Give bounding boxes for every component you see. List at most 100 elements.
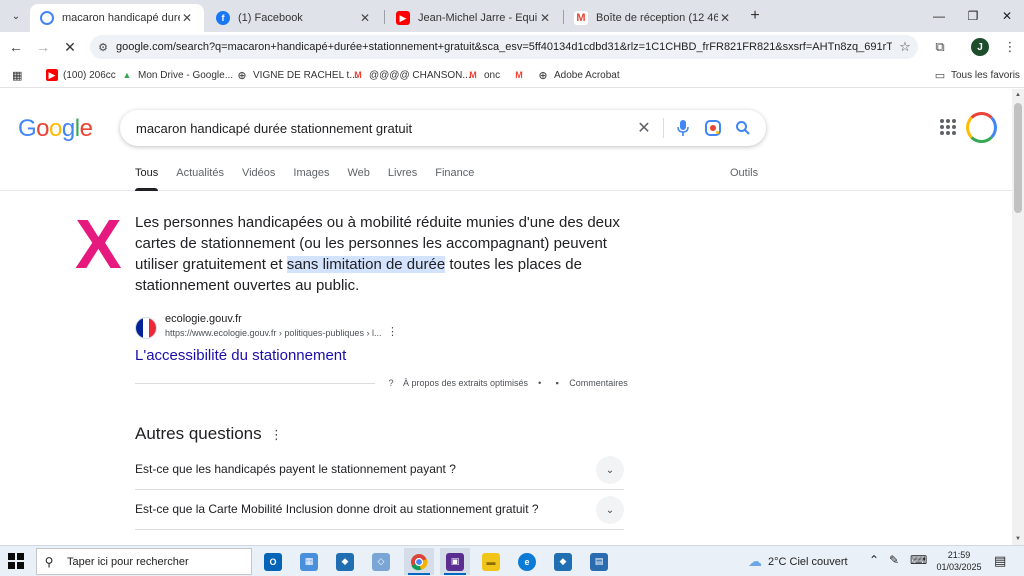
bookmark-item[interactable]: ▶ (100) 206cc <box>46 67 116 83</box>
close-icon[interactable]: ✕ <box>180 11 194 25</box>
windows-start-icon[interactable] <box>8 553 24 569</box>
weather-widget[interactable]: ☁ 2°C Ciel couvert <box>748 553 848 570</box>
store-app-icon[interactable]: ▦ <box>294 548 324 575</box>
source-url: https://www.ecologie.gouv.fr › politique… <box>165 328 382 338</box>
app-icon[interactable]: ◇ <box>366 548 396 575</box>
all-bookmarks[interactable]: ▭ Tous les favoris <box>934 67 1020 83</box>
tab-title: Jean-Michel Jarre - Equinoxe (P <box>418 12 538 24</box>
globe-icon: ⊕ <box>538 69 548 82</box>
file-explorer-icon[interactable]: ▬ <box>476 548 506 575</box>
gmail-icon: M <box>354 70 362 80</box>
stop-loading-icon[interactable]: ✕ <box>60 37 80 57</box>
bookmark-star-icon[interactable]: ☆ <box>892 39 918 55</box>
browser-menu-icon[interactable]: ⋮ <box>1000 37 1020 57</box>
bookmark-item[interactable]: M onc <box>467 67 500 83</box>
forward-arrow-icon[interactable]: → <box>33 37 53 57</box>
search-box[interactable]: macaron handicapé durée stationnement gr… <box>120 110 766 146</box>
page-scrollbar[interactable]: ▲ ▼ <box>1012 89 1024 545</box>
tab-gmail[interactable]: M Boîte de réception (12 467) - je ✕ <box>564 4 742 32</box>
tab-facebook[interactable]: f (1) Facebook ✕ <box>206 4 382 32</box>
about-snippets-link[interactable]: À propos des extraits optimisés <box>403 378 528 388</box>
search-divider <box>663 118 664 138</box>
app-icon[interactable]: ◆ <box>548 548 578 575</box>
result-title-link[interactable]: L'accessibilité du stationnement <box>135 347 346 364</box>
address-bar[interactable]: ⚙ google.com/search?q=macaron+handicapé+… <box>90 35 918 59</box>
minimize-icon[interactable]: — <box>922 0 956 32</box>
site-info-icon[interactable]: ⚙ <box>90 41 116 54</box>
back-arrow-icon[interactable]: ← <box>6 37 26 57</box>
paa-question[interactable]: Est-ce que la Carte Mobilité Inclusion d… <box>135 490 624 530</box>
chevron-down-icon[interactable]: ⌄ <box>596 456 624 484</box>
paa-question-partial[interactable] <box>135 530 624 545</box>
bookmark-label: @@@@ CHANSON... <box>369 69 471 81</box>
voice-search-icon[interactable] <box>668 113 698 143</box>
feedback-link[interactable]: Commentaires <box>569 378 628 388</box>
url-text[interactable]: google.com/search?q=macaron+handicapé+du… <box>116 41 892 53</box>
tab-images[interactable]: Images <box>293 167 329 191</box>
paa-more-options-icon[interactable]: ⋮ <box>270 427 283 443</box>
paa-question[interactable]: Est-ce que les handicapés payent le stat… <box>135 450 624 490</box>
lens-search-icon[interactable] <box>698 113 728 143</box>
tab-web[interactable]: Web <box>347 167 369 191</box>
feedback-icon: ▪ <box>555 378 559 388</box>
google-logo[interactable]: Google <box>18 115 93 143</box>
tray-chevron-up-icon[interactable]: ⌃ <box>869 553 879 567</box>
window-close-icon[interactable]: ✕ <box>990 0 1024 32</box>
clear-search-icon[interactable]: ✕ <box>629 113 659 143</box>
tools-button[interactable]: Outils <box>730 167 758 179</box>
outlook-app-icon[interactable]: O <box>258 548 288 575</box>
app-icon[interactable]: ▣ <box>440 548 470 575</box>
bookmark-item[interactable]: ⊕ VIGNE DE RACHEL t... <box>236 67 358 83</box>
gmail-icon: M <box>574 11 588 25</box>
chrome-app-icon[interactable] <box>404 548 434 575</box>
google-header: Google macaron handicapé durée stationne… <box>0 89 1012 191</box>
chevron-down-icon[interactable]: ⌄ <box>596 496 624 524</box>
search-input[interactable]: macaron handicapé durée stationnement gr… <box>120 121 629 136</box>
google-search-icon <box>40 11 54 25</box>
bookmark-item[interactable]: M @@@@ CHANSON... <box>352 67 471 83</box>
bookmark-label: VIGNE DE RACHEL t... <box>253 69 358 81</box>
more-options-icon[interactable]: ⋮ <box>387 325 398 338</box>
pen-icon[interactable]: ✎ <box>889 553 899 567</box>
keyboard-icon[interactable]: ⌨ <box>910 553 927 567</box>
google-apps-icon[interactable] <box>940 119 956 135</box>
search-icon[interactable] <box>728 113 758 143</box>
tab-livres[interactable]: Livres <box>388 167 417 191</box>
google-account-avatar[interactable] <box>966 112 997 143</box>
tab-actualites[interactable]: Actualités <box>176 167 224 191</box>
notifications-icon[interactable]: ▤ <box>994 553 1006 569</box>
bookmark-item[interactable]: M <box>513 67 530 83</box>
french-flag-icon <box>135 317 157 339</box>
close-icon[interactable]: ✕ <box>538 11 552 25</box>
tab-google-search[interactable]: macaron handicapé durée stati ✕ <box>30 4 204 32</box>
bookmark-label: (100) 206cc <box>63 69 116 81</box>
featured-snippet-image: X <box>75 205 122 283</box>
app-icon[interactable]: ▤ <box>584 548 614 575</box>
snippet-highlight: sans limitation de durée <box>286 256 446 273</box>
extensions-puzzle-icon[interactable]: ⧉ <box>930 37 950 57</box>
scroll-thumb[interactable] <box>1014 103 1022 213</box>
new-tab-plus-icon[interactable]: + <box>746 7 764 25</box>
paa-question-text: Est-ce que la Carte Mobilité Inclusion d… <box>135 502 539 516</box>
app-icon[interactable]: ◆ <box>330 548 360 575</box>
tab-videos[interactable]: Vidéos <box>242 167 275 191</box>
tab-youtube[interactable]: ▶ Jean-Michel Jarre - Equinoxe (P ✕ <box>386 4 562 32</box>
taskbar-search[interactable]: ⚲ Taper ici pour rechercher <box>36 548 252 575</box>
close-icon[interactable]: ✕ <box>358 11 372 25</box>
close-icon[interactable]: ✕ <box>718 11 732 25</box>
bookmark-item[interactable]: ▲ Mon Drive - Google... <box>121 67 234 83</box>
scroll-up-arrow-icon[interactable]: ▲ <box>1015 92 1021 98</box>
profile-avatar[interactable]: J <box>971 38 989 56</box>
restore-icon[interactable]: ❐ <box>956 0 990 32</box>
paa-question-text: Est-ce que les handicapés payent le stat… <box>135 462 456 476</box>
bookmarks-bar: ▦ ▶ (100) 206cc ▲ Mon Drive - Google... … <box>0 62 1024 88</box>
edge-app-icon[interactable]: e <box>512 548 542 575</box>
apps-grid-icon[interactable]: ▦ <box>12 67 22 83</box>
system-clock[interactable]: 21:59 01/03/2025 <box>936 549 982 573</box>
tab-finance[interactable]: Finance <box>435 167 474 191</box>
tab-search-chevron-icon[interactable]: ⌄ <box>6 6 26 26</box>
facebook-icon: f <box>216 11 230 25</box>
scroll-down-arrow-icon[interactable]: ▼ <box>1015 536 1021 542</box>
bookmark-item[interactable]: ⊕ Adobe Acrobat <box>537 67 619 83</box>
tab-tous[interactable]: Tous <box>135 167 159 191</box>
